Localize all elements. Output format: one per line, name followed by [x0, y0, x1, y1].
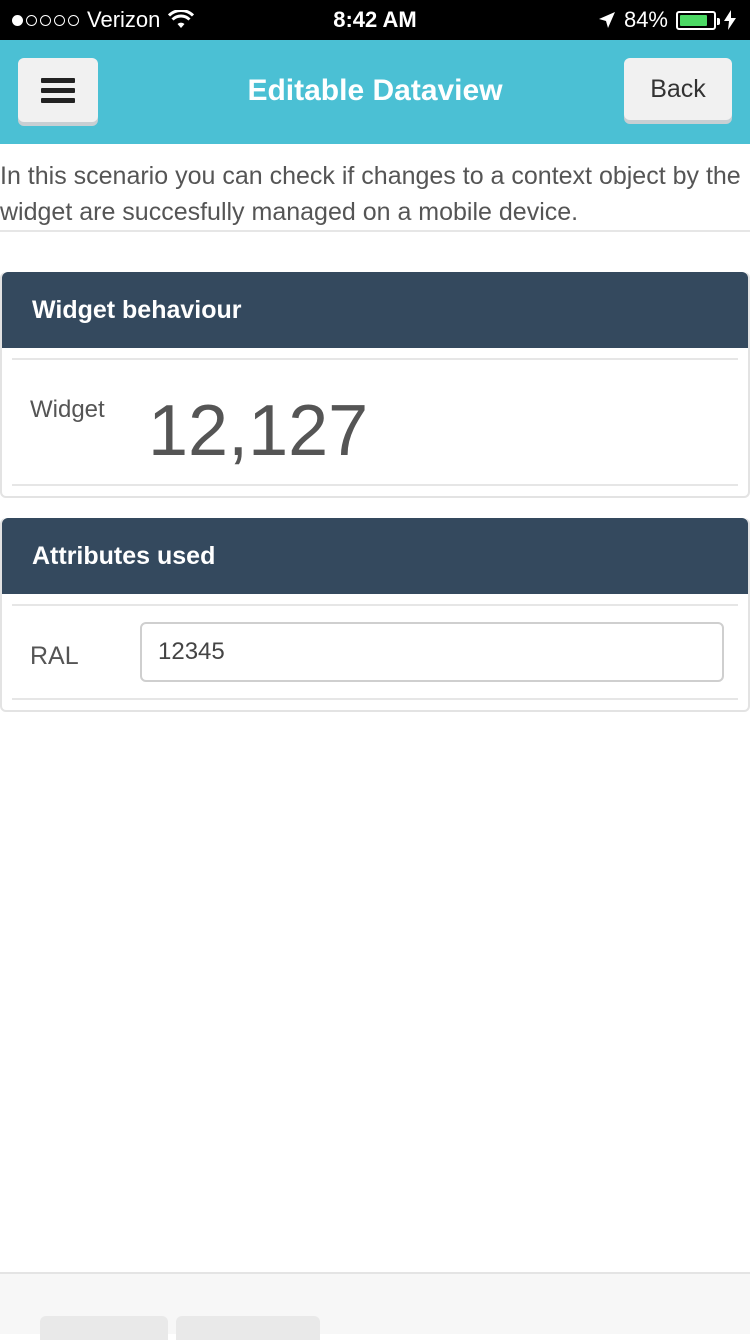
divider [12, 484, 738, 486]
back-button[interactable]: Back [624, 58, 732, 120]
panel-header-widget-behaviour: Widget behaviour [2, 272, 748, 348]
battery-icon [676, 10, 720, 30]
status-bar: Verizon 8:42 AM 84% [0, 0, 750, 40]
location-arrow-icon [598, 12, 615, 28]
bottom-toolbar [0, 1272, 750, 1340]
widget-value: 12,127 [148, 391, 369, 471]
bottom-tab-2[interactable] [176, 1316, 320, 1340]
divider [0, 230, 750, 232]
scenario-description: In this scenario you can check if change… [0, 162, 741, 226]
attributes-used-panel: Attributes used RAL [0, 518, 750, 712]
charging-bolt-icon [724, 10, 736, 30]
widget-behaviour-panel: Widget behaviour Widget 12,127 [0, 272, 750, 498]
ral-label: RAL [30, 642, 79, 670]
divider [12, 698, 738, 700]
divider [12, 358, 738, 360]
app-header: Editable Dataview Back [0, 40, 750, 144]
divider [12, 604, 738, 606]
battery-percent: 84% [623, 7, 668, 32]
bottom-tab-1[interactable] [40, 1316, 168, 1340]
status-right: 84% [598, 7, 736, 33]
panel-header-attributes-used: Attributes used [2, 518, 748, 594]
widget-label: Widget [30, 396, 105, 423]
ral-input[interactable] [140, 622, 724, 682]
